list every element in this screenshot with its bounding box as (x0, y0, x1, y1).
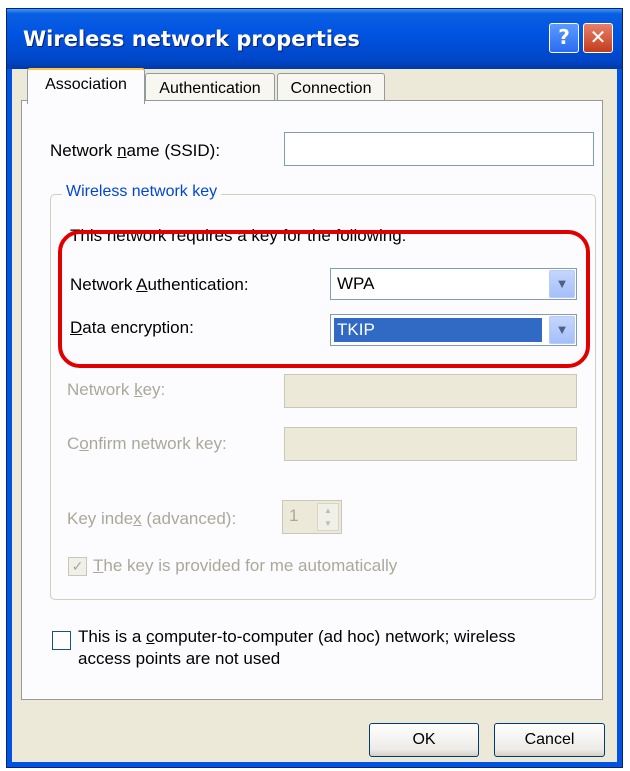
wireless-key-group-title: Wireless network key (62, 183, 222, 201)
adhoc-label-line1: This is a computer-to-computer (ad hoc) … (78, 627, 516, 646)
checkmark-icon: ✓ (71, 558, 84, 574)
help-icon: ? (558, 25, 570, 49)
highlight-outline (58, 230, 590, 368)
help-button[interactable]: ? (549, 23, 579, 53)
tab-label: Association (45, 76, 127, 93)
network-key-label: Network key: (67, 380, 166, 399)
key-index-label: Key index (advanced): (67, 509, 237, 528)
key-index-stepper[interactable]: 1 ▲ ▼ (282, 500, 342, 534)
adhoc-checkbox[interactable] (52, 631, 71, 650)
adhoc-label-line2: access points are not used (78, 649, 281, 668)
network-name-input[interactable] (284, 132, 594, 166)
tab-label: Authentication (159, 80, 261, 97)
network-name-label: Network name (SSID): (50, 141, 221, 160)
confirm-network-key-label: Confirm network key: (67, 434, 227, 453)
auto-key-checkbox[interactable]: ✓ (68, 557, 87, 576)
tab-label: Connection (290, 80, 372, 97)
cancel-button[interactable]: Cancel (494, 723, 605, 757)
window-border-left (7, 69, 12, 767)
title-bar[interactable]: Wireless network properties ? ✕ (7, 9, 622, 69)
spin-buttons[interactable]: ▲ ▼ (317, 503, 339, 531)
key-index-value: 1 (289, 506, 299, 525)
spin-down-icon[interactable]: ▼ (318, 517, 338, 530)
window-title: Wireless network properties (23, 27, 360, 51)
spin-up-icon[interactable]: ▲ (318, 504, 338, 517)
auto-key-label: The key is provided for me automatically (93, 556, 398, 575)
network-key-input[interactable] (284, 374, 577, 408)
close-button[interactable]: ✕ (583, 23, 613, 53)
confirm-network-key-input[interactable] (284, 427, 577, 461)
window-border-bottom (7, 762, 622, 767)
window-border-right (617, 69, 622, 767)
ok-button[interactable]: OK (369, 723, 479, 757)
close-icon: ✕ (589, 25, 607, 49)
tab-association[interactable]: Association (27, 68, 145, 104)
